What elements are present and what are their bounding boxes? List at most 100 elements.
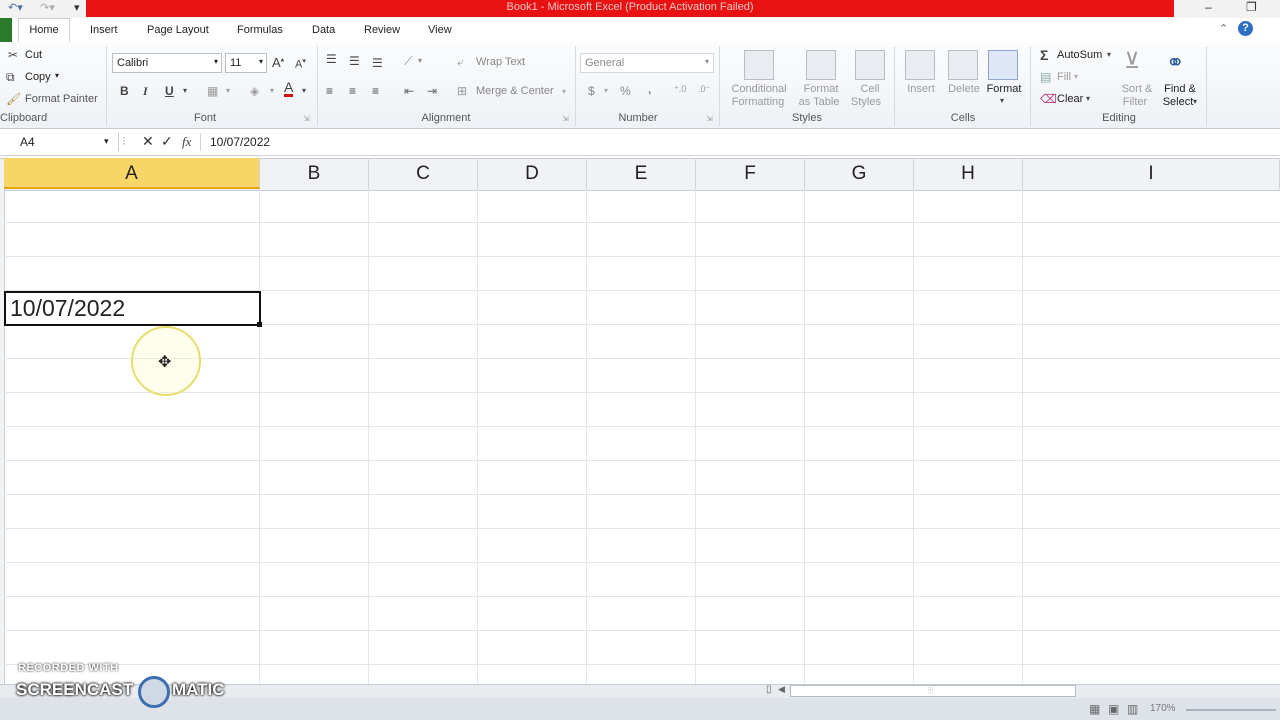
decrease-decimal-icon[interactable]: .0⁻ (698, 84, 710, 95)
zoom-slider[interactable] (1186, 709, 1276, 711)
align-center-icon[interactable]: ≡ (349, 84, 356, 98)
confirm-entry-icon[interactable]: ✓ (161, 133, 173, 150)
column-header-e[interactable]: E (587, 158, 696, 189)
fill-button[interactable]: Fill (1057, 71, 1071, 83)
bold-button[interactable]: B (120, 84, 129, 98)
fill-handle[interactable] (257, 322, 262, 327)
name-box[interactable]: A4 ▾ (2, 133, 114, 151)
tab-review[interactable]: Review (362, 19, 402, 41)
align-left-icon[interactable]: ≡ (326, 84, 333, 98)
merge-center-button[interactable]: Merge & Center (476, 85, 554, 97)
chevron-down-icon[interactable]: ▾ (1000, 96, 1004, 105)
align-bottom-icon[interactable]: ☰ (372, 56, 383, 70)
align-right-icon[interactable]: ≡ (372, 84, 379, 98)
decrease-indent-icon[interactable]: ⇤ (404, 84, 414, 98)
format-as-table-label-2[interactable]: as Table (794, 96, 844, 108)
clear-button[interactable]: Clear (1057, 93, 1083, 105)
italic-button[interactable]: I (143, 84, 148, 99)
chevron-down-icon[interactable]: ▾ (1193, 97, 1197, 106)
normal-view-icon[interactable]: ▦ (1089, 702, 1100, 716)
insert-cells-button[interactable]: Insert (900, 83, 942, 95)
currency-button[interactable]: $ (588, 84, 595, 98)
format-as-table-label-1[interactable]: Format (796, 83, 846, 95)
sort-filter-label-1[interactable]: Sort & (1117, 83, 1157, 95)
tab-home[interactable]: Home (18, 18, 70, 42)
fill-color-icon[interactable]: ◈ (250, 84, 259, 98)
column-header-g[interactable]: G (805, 158, 914, 189)
column-header-f[interactable]: F (696, 158, 805, 189)
dialog-launcher-icon[interactable]: ⇲ (562, 114, 569, 123)
copy-dropdown-icon[interactable]: ▾ (55, 71, 59, 80)
chevron-down-icon[interactable]: ▾ (604, 86, 608, 95)
chevron-down-icon[interactable]: ▾ (1107, 50, 1111, 59)
percent-button[interactable]: % (620, 84, 631, 98)
column-header-i[interactable]: I (1023, 158, 1280, 189)
insert-function-button[interactable]: fx (182, 134, 191, 150)
page-break-view-icon[interactable]: ▥ (1127, 702, 1138, 716)
file-tab[interactable] (0, 18, 12, 42)
cell-styles-label-1[interactable]: Cell (852, 83, 888, 95)
chevron-down-icon[interactable]: ▾ (418, 56, 422, 65)
tab-data[interactable]: Data (310, 19, 337, 41)
dialog-launcher-icon[interactable]: ⇲ (706, 114, 713, 123)
chevron-down-icon[interactable]: ▾ (104, 136, 109, 147)
sort-filter-label-2[interactable]: Filter (1115, 96, 1155, 108)
borders-icon[interactable]: ▦ (207, 84, 218, 98)
active-cell-a4[interactable]: 10/07/2022 (4, 291, 261, 326)
comma-button[interactable]: , (648, 82, 651, 96)
delete-cells-button[interactable]: Delete (943, 83, 985, 95)
tab-view[interactable]: View (426, 19, 454, 41)
orientation-icon[interactable]: ⟋ (404, 54, 412, 69)
chevron-down-icon[interactable]: ▾ (562, 87, 566, 96)
minimize-icon[interactable]: – (1205, 0, 1212, 14)
help-icon[interactable]: ? (1238, 21, 1253, 36)
chevron-down-icon[interactable]: ▾ (302, 86, 306, 95)
column-header-c[interactable]: C (369, 158, 478, 189)
worksheet-grid[interactable] (0, 189, 1280, 684)
column-header-d[interactable]: D (478, 158, 587, 189)
chevron-down-icon[interactable]: ▾ (1086, 94, 1090, 103)
increase-indent-icon[interactable]: ⇥ (427, 84, 437, 98)
wrap-text-button[interactable]: Wrap Text (476, 56, 525, 68)
conditional-formatting-label-2[interactable]: Formatting (725, 96, 791, 108)
column-header-b[interactable]: B (260, 158, 369, 189)
chevron-down-icon[interactable]: ▾ (183, 86, 187, 95)
copy-button[interactable]: Copy (25, 71, 51, 83)
conditional-formatting-label-1[interactable]: Conditional (727, 83, 791, 95)
tab-formulas[interactable]: Formulas (235, 19, 285, 41)
chevron-down-icon[interactable]: ▾ (270, 86, 274, 95)
grow-font-icon[interactable]: A▴ (272, 55, 284, 70)
cell-styles-label-2[interactable]: Styles (848, 96, 884, 108)
page-layout-view-icon[interactable]: ▣ (1108, 702, 1119, 716)
format-painter-button[interactable]: Format Painter (25, 93, 98, 105)
zoom-level[interactable]: 170% (1150, 703, 1176, 714)
scroll-left-icon[interactable]: ◀ (778, 684, 785, 695)
increase-decimal-icon[interactable]: ⁺.0 (674, 84, 686, 95)
column-header-a[interactable]: A (4, 158, 260, 189)
formula-bar-handle-icon[interactable]: ⁝ (122, 134, 126, 148)
chevron-down-icon[interactable]: ▾ (1074, 72, 1078, 81)
find-select-label-1[interactable]: Find & (1159, 83, 1201, 95)
align-top-icon[interactable]: ☰ (326, 52, 337, 66)
font-name-select[interactable]: Calibri ▾ (112, 53, 222, 73)
split-handle-icon[interactable]: ▯ (766, 684, 772, 695)
format-cells-button[interactable]: Format (984, 83, 1024, 95)
cancel-entry-icon[interactable]: ✕ (142, 133, 154, 150)
number-format-select[interactable]: General ▾ (580, 53, 714, 73)
font-size-select[interactable]: 11 ▾ (225, 53, 267, 73)
restore-icon[interactable]: ❐ (1246, 0, 1257, 14)
tab-page-layout[interactable]: Page Layout (145, 19, 211, 41)
font-color-button[interactable]: A (284, 80, 294, 97)
undo-icon[interactable]: ↶▾ (8, 1, 23, 14)
customize-qat-icon[interactable]: ▾ (74, 1, 80, 14)
formula-input[interactable]: 10/07/2022 (200, 133, 1277, 151)
redo-icon[interactable]: ↷▾ (40, 1, 55, 14)
autosum-button[interactable]: AutoSum (1057, 49, 1102, 61)
align-middle-icon[interactable]: ☰ (349, 54, 360, 68)
dialog-launcher-icon[interactable]: ⇲ (303, 114, 310, 123)
column-header-h[interactable]: H (914, 158, 1023, 189)
cut-button[interactable]: Cut (25, 49, 42, 61)
underline-button[interactable]: U (165, 84, 174, 98)
collapse-ribbon-icon[interactable]: ⌃ (1219, 22, 1228, 35)
chevron-down-icon[interactable]: ▾ (226, 86, 230, 95)
